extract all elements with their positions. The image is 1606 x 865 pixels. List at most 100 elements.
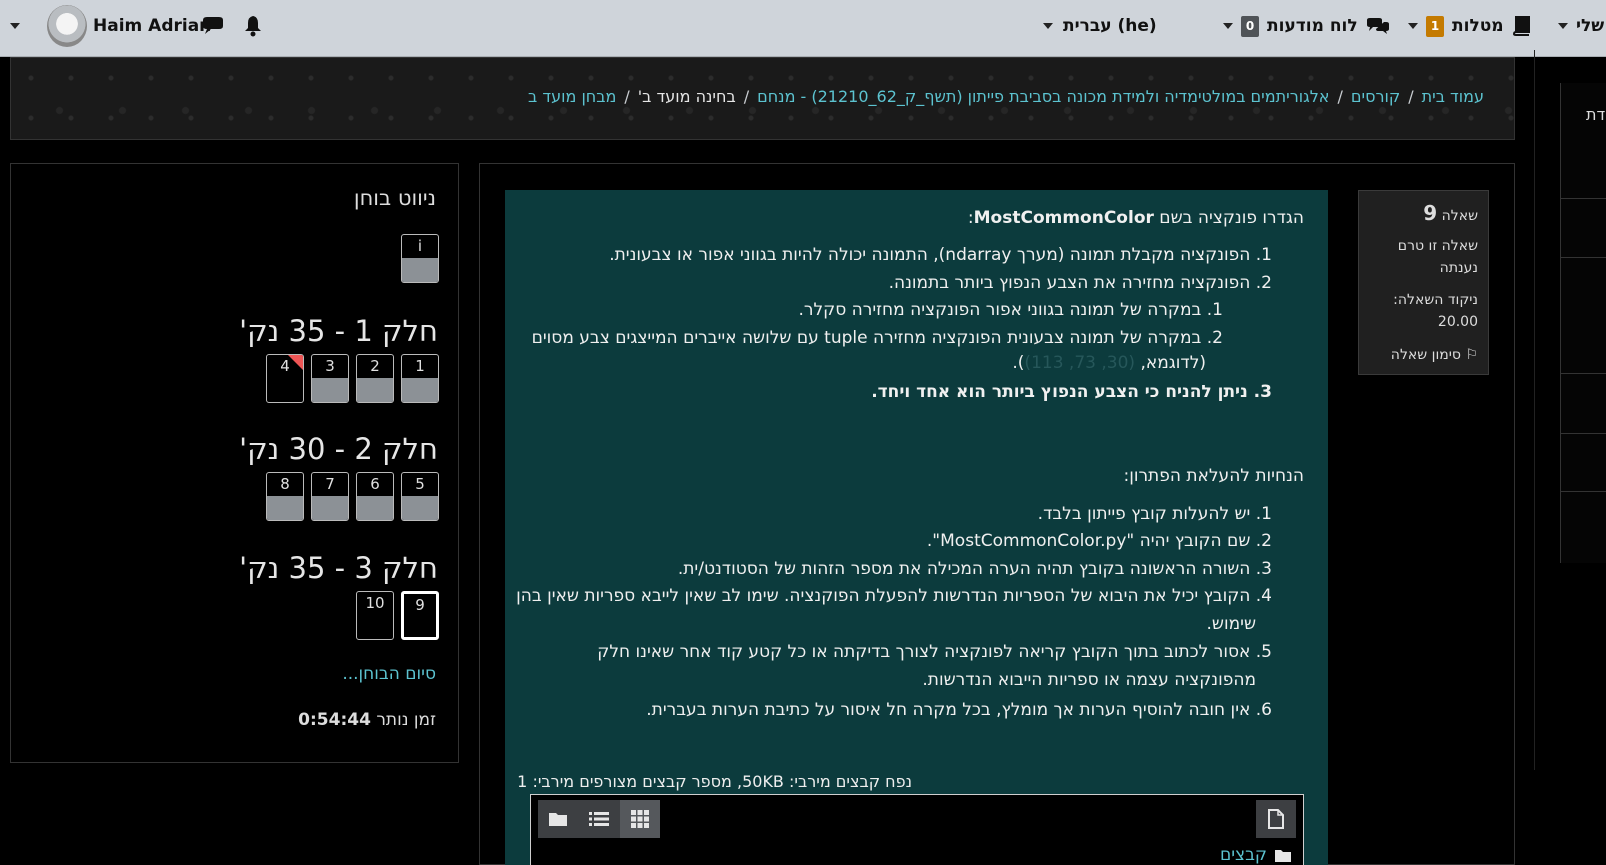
question-button-8[interactable]: 8: [266, 472, 304, 521]
question-status-fill: [312, 378, 348, 402]
avatar[interactable]: [47, 5, 87, 47]
flag-question-label: סימון שאלה: [1390, 347, 1461, 363]
question-number: 2: [370, 357, 380, 375]
breadcrumb-separator: /: [1408, 87, 1414, 106]
list-item: 3. ניתן להניח כי הצבע הנפוץ ביותר הוא אח…: [871, 382, 1272, 402]
quiz-navigation-title: ניווט בוחן: [353, 186, 436, 210]
list-item: שימוש.: [1206, 614, 1256, 634]
notifications-menu[interactable]: 0 לוח מודעות: [1223, 0, 1390, 52]
bell-icon[interactable]: [243, 0, 263, 52]
user-name[interactable]: Haim Adrian: [93, 0, 211, 52]
list-item: 2. הפונקציה מחזירה את הצבע הנפוץ ביותר ב…: [888, 273, 1272, 293]
question-button-7[interactable]: 7: [311, 472, 349, 521]
quiz-info-button[interactable]: i: [401, 234, 439, 283]
question-label: שאלה: [1441, 208, 1478, 224]
language-label: עברית (he): [1063, 16, 1157, 36]
question-button-6[interactable]: 6: [356, 472, 394, 521]
question-status-fill: [402, 496, 438, 520]
breadcrumb-separator: /: [743, 87, 750, 106]
messages-icon[interactable]: [201, 0, 225, 52]
section-title: חלק 3 - 35 נק': [239, 551, 438, 585]
list-item: 5. אסור לכתוב בתוך הקובץ קריאה לפונקציה …: [597, 642, 1272, 662]
marks-label: ניקוד השאלה:: [1393, 292, 1478, 308]
question-button-2[interactable]: 2: [356, 354, 394, 403]
question-button-5[interactable]: 5: [401, 472, 439, 521]
timer-label: זמן נותר: [376, 710, 436, 730]
question-intro-text: הגדרו פונקציה בשם: [1159, 208, 1304, 228]
divider: [1561, 198, 1606, 199]
file-manager: קבצים: [530, 794, 1304, 865]
question-status: שאלה זו טרם נענתה: [1397, 238, 1478, 276]
chevron-down-icon: [1223, 23, 1233, 29]
book-icon: [1512, 16, 1530, 36]
right-drawer-label: דת: [1586, 105, 1606, 124]
list-item: 2. שם הקובץ יהיה "MostCommonColor.py".: [926, 531, 1272, 551]
quiz-timer: זמן נותר 0:54:44: [298, 710, 436, 730]
notifications-count-badge: 0: [1241, 15, 1259, 37]
files-folder-label: קבצים: [1219, 845, 1267, 865]
my-menu-label: שלי: [1576, 16, 1605, 36]
divider: [1561, 257, 1606, 258]
timer-value: 0:54:44: [298, 710, 371, 730]
file-icon: [1268, 809, 1284, 829]
breadcrumb-courses[interactable]: קורסים: [1351, 87, 1400, 106]
upload-instructions-heading: הנחיות להעלאת הפתרון:: [1123, 466, 1304, 486]
divider: [1561, 491, 1606, 492]
question-intro: הגדרו פונקציה בשם MostCommonColor:: [968, 208, 1304, 228]
quiz-info-label: i: [417, 237, 423, 255]
marks-value: 20.00: [1437, 314, 1478, 330]
list-item: מהפונקציה עצמה או ספריות הייבוא הנדרשות.: [922, 670, 1256, 690]
my-menu[interactable]: שלי: [1558, 0, 1604, 52]
question-number: 4: [280, 357, 290, 375]
files-folder[interactable]: קבצים: [1220, 845, 1291, 865]
list-item: 1. יש להעלות קובץ פייתון בלבד.: [1037, 504, 1272, 524]
folder-view-icon[interactable]: [538, 800, 578, 838]
example-prefix: (לדוגמא,: [1135, 353, 1206, 373]
question-number: 8: [280, 475, 290, 493]
list-item: 2. במקרה של תמונה צבעונית הפונקציה מחזיר…: [531, 328, 1223, 348]
question-status-fill: [312, 496, 348, 520]
list-item: 6. אין חובה להוסיף הערות אך מומלץ, בכל מ…: [646, 700, 1272, 720]
chevron-down-icon: [1043, 23, 1053, 29]
list-item: 1. במקרה של תמונה בגווני אפור הפונקציה מ…: [798, 300, 1224, 320]
top-navbar: Haim Adrian עברית (he) 0 לוח מודעות 1 מט…: [0, 0, 1606, 57]
add-file-button[interactable]: [1256, 800, 1296, 838]
breadcrumb-home[interactable]: עמוד בית: [1422, 87, 1484, 106]
section-title: חלק 1 - 35 נק': [239, 314, 438, 348]
question-number: 7: [325, 475, 335, 493]
question-status-fill: [357, 378, 393, 402]
breadcrumb: עמוד בית / קורסים / אלגוריתמים במולטימדיה ול…: [528, 87, 1484, 106]
question-number: 5: [415, 475, 425, 493]
user-menu-toggle[interactable]: [10, 0, 20, 52]
question-number: 1: [415, 357, 425, 375]
divider: [1561, 373, 1606, 374]
page-divider: [1534, 50, 1535, 770]
finish-attempt-link[interactable]: סיום הבוחן...: [342, 664, 436, 684]
question-status-fill: [357, 496, 393, 520]
chevron-down-icon: [1558, 23, 1568, 29]
question-status-fill: [267, 496, 303, 520]
question-button-1[interactable]: 1: [401, 354, 439, 403]
question-number: 3: [325, 357, 335, 375]
upload-limits: נפח קבצים מירבי: 50KB, מספר קבצים מצורפי…: [517, 772, 912, 791]
folder-icon: [1275, 849, 1291, 862]
flag-question-link[interactable]: ⚐ סימון שאלה: [1369, 347, 1478, 363]
question-button-10[interactable]: 10: [356, 591, 394, 640]
question-number: 10: [365, 594, 385, 612]
language-menu[interactable]: עברית (he): [1043, 0, 1157, 52]
breadcrumb-quiz[interactable]: מבחן מועד ב: [528, 87, 616, 106]
page-header: עמוד בית / קורסים / אלגוריתמים במולטימדיה ול…: [10, 57, 1515, 140]
breadcrumb-course[interactable]: אלגוריתמים במולטימדיה ולמידת מכונה בסביב…: [757, 87, 1329, 106]
tasks-menu[interactable]: 1 מטלות: [1408, 0, 1530, 52]
question-number-label: שאלה 9: [1369, 201, 1478, 225]
list-view-icon[interactable]: [579, 800, 619, 838]
question-button-3[interactable]: 3: [311, 354, 349, 403]
question-status-fill: [402, 258, 438, 282]
question-status-fill: [402, 378, 438, 402]
example-suffix: ).: [1012, 353, 1025, 373]
right-drawer: דת: [1560, 83, 1606, 563]
question-button-9[interactable]: 9: [401, 591, 439, 640]
grid-view-icon[interactable]: [620, 800, 660, 838]
forum-icon: [1366, 18, 1389, 34]
question-button-4[interactable]: 4: [266, 354, 304, 403]
